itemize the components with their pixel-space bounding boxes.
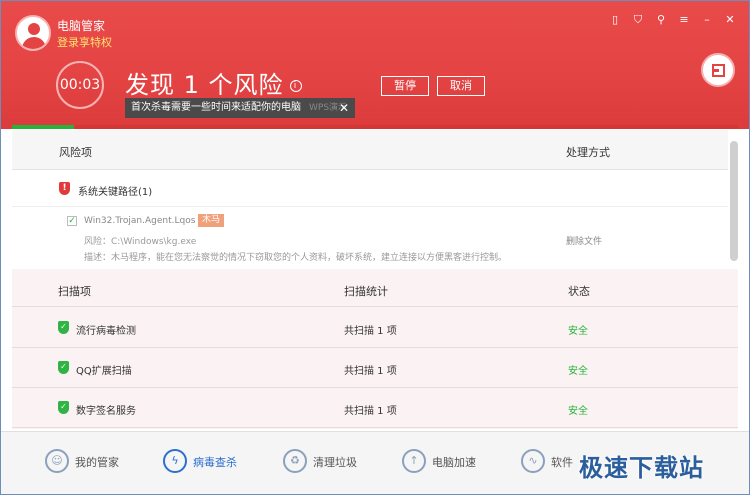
avatar-head-shape (28, 23, 40, 35)
headline-text: 发现 1 个风险 (125, 71, 284, 99)
scan-result-headline: 发现 1 个风险 i (125, 65, 302, 100)
tooltip-close-icon[interactable]: ✕ (339, 98, 349, 118)
phone-icon[interactable]: ▯ (608, 13, 622, 27)
app-name: 电脑管家 (57, 19, 106, 33)
cancel-button[interactable]: 取消 (437, 76, 485, 96)
scan-col-state: 状态 (568, 285, 590, 298)
broom-icon: ♻ (283, 449, 307, 473)
nav-label: 软件 (551, 456, 573, 469)
shirt-icon[interactable]: ⚲ (654, 13, 668, 27)
scan-row: ✓ 数字签名服务 共扫描 1 项 安全 (12, 388, 738, 428)
scan-row-name: 数字签名服务 (76, 406, 136, 417)
risk-col-item: 风险项 (59, 146, 92, 159)
risk-group-row[interactable]: ! 系统关键路径(1) (12, 171, 728, 207)
info-icon[interactable]: i (289, 80, 302, 92)
risk-table-header: 风险项 处理方式 (12, 130, 728, 170)
scan-progress-fill (12, 125, 74, 129)
virus-name: Win32.Trojan.Agent.Lqos (84, 216, 196, 226)
window-controls: ▯ ⛉ ⚲ ≡ – ✕ (608, 13, 737, 27)
virus-type-tag: 木马 (198, 214, 225, 227)
avatar-body-shape (22, 37, 46, 49)
risk-group-label: 系统关键路径(1) (78, 187, 153, 198)
first-scan-tooltip: 首次杀毒需要一些时间来适配你的电脑 WPS演示 ✕ (125, 98, 355, 118)
scan-row-name: 流行病毒检测 (76, 326, 136, 337)
risk-item-row: ✓ Win32.Trojan.Agent.Lqos 木马 风险：C:\Windo… (12, 208, 728, 268)
minimize-icon[interactable]: – (700, 13, 714, 27)
exit-panel-icon (712, 64, 725, 77)
site-watermark: 极速下载站 (579, 454, 704, 482)
risk-item-checkbox[interactable]: ✓ (67, 216, 77, 226)
collapse-panel-button[interactable] (701, 53, 735, 87)
scan-progress-bar (12, 125, 738, 129)
safe-shield-icon: ✓ (58, 401, 69, 414)
risk-scrollbar[interactable] (730, 141, 738, 261)
nav-label: 清理垃圾 (313, 456, 357, 469)
pause-button[interactable]: 暂停 (381, 76, 429, 96)
risk-col-action: 处理方式 (566, 146, 610, 159)
safe-shield-icon: ✓ (58, 361, 69, 374)
scan-row-state: 安全 (568, 406, 588, 417)
login-privilege-link[interactable]: 登录享特权 (57, 34, 112, 50)
scan-table-header: 扫描项 扫描统计 状态 (12, 269, 738, 307)
menu-icon[interactable]: ≡ (677, 13, 691, 27)
warning-shield-icon: ! (59, 182, 70, 195)
close-icon[interactable]: ✕ (723, 13, 737, 27)
header-bar: 电脑管家 登录享特权 ▯ ⛉ ⚲ ≡ – ✕ 00:03 发现 1 个风险 i 暂… (1, 1, 749, 129)
app-window: 电脑管家 登录享特权 ▯ ⛉ ⚲ ≡ – ✕ 00:03 发现 1 个风险 i 暂… (0, 0, 750, 495)
virus-path: 风险：C:\Windows\kg.exe (84, 237, 197, 247)
nav-label: 我的管家 (75, 456, 119, 469)
scan-row-stat: 共扫描 1 项 (344, 326, 397, 337)
scan-col-stat: 扫描统计 (344, 285, 388, 298)
pulse-icon: ∿ (521, 449, 545, 473)
scan-col-item: 扫描项 (58, 285, 91, 298)
avatar[interactable] (15, 15, 51, 51)
scan-row-stat: 共扫描 1 项 (344, 406, 397, 417)
scan-table: 扫描项 扫描统计 状态 ✓ 流行病毒检测 共扫描 1 项 安全 ✓ QQ扩展扫描… (12, 269, 738, 429)
scan-row-state: 安全 (568, 366, 588, 377)
virus-description: 描述：木马程序，能在您无法察觉的情况下窃取您的个人资料，破坏系统，建立连接以方便… (84, 253, 508, 263)
scan-row: ✓ 流行病毒检测 共扫描 1 项 安全 (12, 308, 738, 348)
rocket-icon: ↑ (402, 449, 426, 473)
safe-shield-icon: ✓ (58, 321, 69, 334)
nav-label: 电脑加速 (432, 456, 476, 469)
person-icon: ☺ (45, 449, 69, 473)
lightning-shield-icon: ϟ (163, 449, 187, 473)
scan-timer: 00:03 (56, 61, 104, 109)
nav-label: 病毒查杀 (193, 456, 237, 469)
scan-row: ✓ QQ扩展扫描 共扫描 1 项 安全 (12, 348, 738, 388)
tooltip-text: 首次杀毒需要一些时间来适配你的电脑 (131, 102, 301, 113)
scan-row-stat: 共扫描 1 项 (344, 366, 397, 377)
shield-icon[interactable]: ⛉ (631, 13, 645, 27)
scan-row-state: 安全 (568, 326, 588, 337)
scan-row-name: QQ扩展扫描 (76, 366, 132, 377)
risk-action-delete[interactable]: 删除文件 (566, 234, 602, 247)
